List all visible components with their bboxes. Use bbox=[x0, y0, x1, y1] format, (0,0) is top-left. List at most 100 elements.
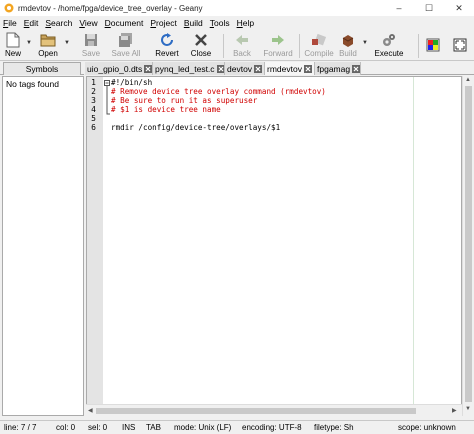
menu-bar: File Edit Search View Document Project B… bbox=[0, 16, 474, 30]
fold-marker-icon[interactable] bbox=[104, 80, 110, 120]
horizontal-scroll-thumb[interactable] bbox=[96, 408, 416, 414]
compile-icon bbox=[311, 32, 327, 48]
menu-project[interactable]: Project bbox=[150, 18, 176, 28]
code-line: rmdir /config/device-tree/overlays/$1 bbox=[111, 123, 281, 132]
tab-close-icon[interactable] bbox=[216, 64, 224, 73]
new-button[interactable]: New bbox=[2, 32, 24, 60]
menu-build[interactable]: Build bbox=[184, 18, 203, 28]
window-title: rmdevtov - /home/fpga/device_tree_overla… bbox=[18, 3, 203, 13]
scroll-right-icon[interactable]: ▶ bbox=[452, 407, 457, 414]
execute-gears-icon bbox=[381, 32, 397, 48]
tab-label: uio_gpio_0.dts bbox=[87, 63, 143, 74]
no-tags-message: No tags found bbox=[6, 79, 59, 89]
status-mode: mode: Unix (LF) bbox=[174, 423, 232, 432]
execute-button[interactable]: Execute bbox=[372, 32, 406, 60]
menu-tools[interactable]: Tools bbox=[210, 18, 230, 28]
status-encoding: encoding: UTF-8 bbox=[242, 423, 302, 432]
zoom-fit-button[interactable] bbox=[450, 32, 470, 60]
new-label: New bbox=[4, 49, 21, 58]
color-chooser-button[interactable] bbox=[424, 32, 442, 60]
scroll-left-icon[interactable]: ◀ bbox=[88, 407, 93, 414]
save-label: Save bbox=[81, 49, 101, 58]
menu-tools-label: ools bbox=[213, 18, 230, 28]
tab-devtov[interactable]: devtov bbox=[225, 62, 265, 75]
forward-button[interactable]: Forward bbox=[261, 32, 295, 60]
tab-pynq-led-test[interactable]: pynq_led_test.c bbox=[153, 62, 225, 75]
compile-label: Compile bbox=[304, 49, 334, 58]
color-palette-icon bbox=[425, 37, 441, 53]
code-line: # Be sure to run it as superuser bbox=[111, 96, 258, 105]
code-editor[interactable]: 1 2 3 4 5 6 #!/bin/sh # Remove device tr… bbox=[86, 76, 462, 416]
back-button[interactable]: Back bbox=[229, 32, 255, 60]
vertical-scroll-thumb[interactable] bbox=[465, 86, 472, 402]
maximize-button[interactable]: ☐ bbox=[414, 0, 444, 16]
close-label: Close bbox=[190, 49, 212, 58]
menu-file-label: ile bbox=[8, 18, 17, 28]
build-button[interactable]: Build bbox=[336, 32, 360, 60]
toolbar-separator bbox=[223, 34, 224, 58]
menu-view[interactable]: View bbox=[79, 18, 97, 28]
tab-close-icon[interactable] bbox=[303, 64, 312, 73]
toolbar-separator bbox=[418, 34, 419, 58]
code-line: #!/bin/sh bbox=[111, 78, 153, 87]
toolbar-separator bbox=[299, 34, 300, 58]
build-dropdown-icon[interactable]: ▼ bbox=[362, 40, 368, 46]
save-all-button[interactable]: Save All bbox=[108, 32, 144, 60]
tab-label: fpgamag bbox=[317, 63, 351, 74]
save-button[interactable]: Save bbox=[80, 32, 102, 60]
status-filetype: filetype: Sh bbox=[314, 423, 354, 432]
back-label: Back bbox=[233, 49, 251, 58]
status-ins: INS bbox=[122, 423, 136, 432]
status-sel: sel: 0 bbox=[88, 423, 108, 432]
menu-document[interactable]: Document bbox=[105, 18, 144, 28]
tab-fpgamag[interactable]: fpgamag bbox=[315, 62, 361, 75]
status-col: col: 0 bbox=[56, 423, 76, 432]
line-number: 1 bbox=[91, 78, 96, 87]
menu-edit-label: dit bbox=[29, 18, 39, 28]
menu-edit[interactable]: Edit bbox=[24, 18, 39, 28]
line-number: 4 bbox=[91, 105, 96, 114]
open-button[interactable]: Open bbox=[35, 32, 61, 60]
minimize-button[interactable]: – bbox=[384, 0, 414, 16]
menu-file[interactable]: File bbox=[3, 18, 17, 28]
long-line-marker bbox=[413, 77, 414, 415]
menu-help[interactable]: Help bbox=[237, 18, 254, 28]
menu-document-label: ocument bbox=[110, 18, 144, 28]
tab-close-icon[interactable] bbox=[352, 64, 360, 73]
scroll-up-icon[interactable]: ▲ bbox=[465, 77, 471, 83]
menu-build-label: uild bbox=[189, 18, 203, 28]
build-icon bbox=[340, 32, 356, 48]
line-number-gutter: 1 2 3 4 5 6 bbox=[87, 77, 103, 415]
menu-project-label: roject bbox=[156, 18, 177, 28]
fold-margin bbox=[104, 77, 110, 415]
tab-close-icon[interactable] bbox=[144, 64, 152, 73]
scroll-down-icon[interactable]: ▼ bbox=[465, 406, 471, 412]
new-file-icon bbox=[5, 32, 21, 48]
close-button[interactable]: Close bbox=[188, 32, 214, 60]
tab-label: pynq_led_test.c bbox=[155, 63, 215, 74]
open-dropdown-icon[interactable]: ▼ bbox=[64, 40, 70, 46]
new-dropdown-icon[interactable]: ▼ bbox=[26, 40, 32, 46]
toolbar: New ▼ Open ▼ Save Save All Revert Close … bbox=[0, 31, 474, 61]
menu-view-label: iew bbox=[84, 18, 98, 28]
document-tabs: uio_gpio_0.dts pynq_led_test.c devtov rm… bbox=[85, 61, 474, 75]
save-icon bbox=[83, 32, 99, 48]
title-bar: rmdevtov - /home/fpga/device_tree_overla… bbox=[0, 0, 474, 16]
vertical-scrollbar[interactable]: ▲ ▼ bbox=[462, 76, 474, 416]
line-number: 3 bbox=[91, 96, 96, 105]
symbols-panel: No tags found bbox=[2, 76, 84, 416]
menu-search[interactable]: Search bbox=[45, 18, 72, 28]
horizontal-scrollbar[interactable]: ◀ ▶ bbox=[86, 404, 462, 416]
tab-close-icon[interactable] bbox=[254, 64, 263, 73]
revert-button[interactable]: Revert bbox=[152, 32, 182, 60]
execute-label: Execute bbox=[374, 49, 404, 58]
compile-button[interactable]: Compile bbox=[303, 32, 335, 60]
build-label: Build bbox=[339, 49, 357, 58]
status-line: line: 7 / 7 bbox=[4, 423, 37, 432]
tab-rmdevtov[interactable]: rmdevtov bbox=[265, 62, 315, 75]
close-window-button[interactable]: ✕ bbox=[444, 0, 474, 16]
tab-uio-gpio-0[interactable]: uio_gpio_0.dts bbox=[85, 62, 153, 75]
tab-symbols[interactable]: Symbols bbox=[3, 62, 81, 75]
status-scope: scope: unknown bbox=[398, 423, 456, 432]
open-folder-icon bbox=[40, 32, 56, 48]
